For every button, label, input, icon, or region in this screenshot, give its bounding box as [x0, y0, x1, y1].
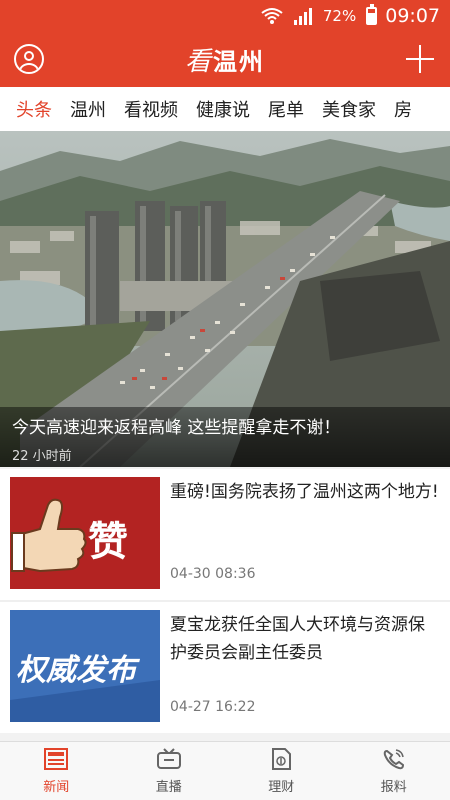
news-headline: 夏宝龙获任全国人大环境与资源保护委员会副主任委员 [170, 615, 425, 663]
tab-house[interactable]: 房 [385, 96, 421, 122]
nav-label: 报料 [380, 780, 407, 795]
logo-script: 看 [184, 47, 211, 77]
app-header: 看 温州 [0, 32, 450, 87]
live-tv-icon [156, 748, 182, 770]
nav-report[interactable]: 报料 [338, 742, 450, 800]
logo-city: 温州 [213, 48, 265, 76]
report-phone-icon [381, 748, 407, 770]
hero-time: 22 小时前 [12, 449, 72, 464]
news-headline: 重磅!国务院表扬了温州这两个地方! [170, 482, 439, 502]
nav-live[interactable]: 直播 [113, 742, 226, 800]
finance-icon [268, 748, 294, 770]
news-icon [43, 748, 69, 770]
thumb-text: 权威发布 [16, 653, 141, 688]
nav-label: 新闻 [43, 780, 70, 795]
nav-label: 理财 [268, 780, 295, 795]
tab-health[interactable]: 健康说 [187, 96, 259, 122]
nav-label: 直播 [155, 780, 182, 795]
nav-news[interactable]: 新闻 [0, 742, 113, 800]
nav-finance[interactable]: 理财 [225, 742, 338, 800]
thumb-text: 赞 [88, 519, 128, 565]
news-thumbnail: 赞 [10, 477, 160, 589]
status-bar: 72% 09:07 [0, 0, 450, 32]
plus-icon[interactable] [406, 45, 434, 73]
tab-food[interactable]: 美食家 [313, 96, 385, 122]
hero-title: 今天高速迎来返程高峰 这些提醒拿走不谢！ [12, 418, 341, 438]
channel-tabs: 头条 温州 看视频 健康说 尾单 美食家 房 [0, 87, 450, 131]
bottom-nav: 新闻 直播 理财 报料 [0, 741, 450, 800]
app-logo: 看 温州 [185, 41, 265, 78]
user-icon[interactable] [14, 44, 44, 74]
battery-icon [366, 4, 378, 25]
news-date: 04-27 16:22 [170, 699, 256, 715]
tab-video[interactable]: 看视频 [115, 96, 187, 122]
battery-percent: 72% [322, 7, 357, 25]
signal-icon [293, 7, 313, 25]
news-item[interactable]: 权威发布 夏宝龙获任全国人大环境与资源保护委员会副主任委员 04-27 16:2… [0, 602, 450, 733]
news-date: 04-30 08:36 [170, 566, 256, 582]
hero-caption: 今天高速迎来返程高峰 这些提醒拿走不谢！ 22 小时前 [0, 407, 450, 467]
tab-headlines[interactable]: 头条 [0, 96, 61, 122]
wifi-icon [261, 7, 283, 25]
clock: 09:07 [385, 5, 440, 27]
tab-wenzhou[interactable]: 温州 [61, 96, 115, 122]
news-item[interactable]: 赞 重磅!国务院表扬了温州这两个地方! 04-30 08:36 [0, 469, 450, 600]
hero-story[interactable]: 今天高速迎来返程高峰 这些提醒拿走不谢！ 22 小时前 [0, 131, 450, 467]
tab-tail-orders[interactable]: 尾单 [259, 96, 313, 122]
news-thumbnail: 权威发布 [10, 610, 160, 722]
